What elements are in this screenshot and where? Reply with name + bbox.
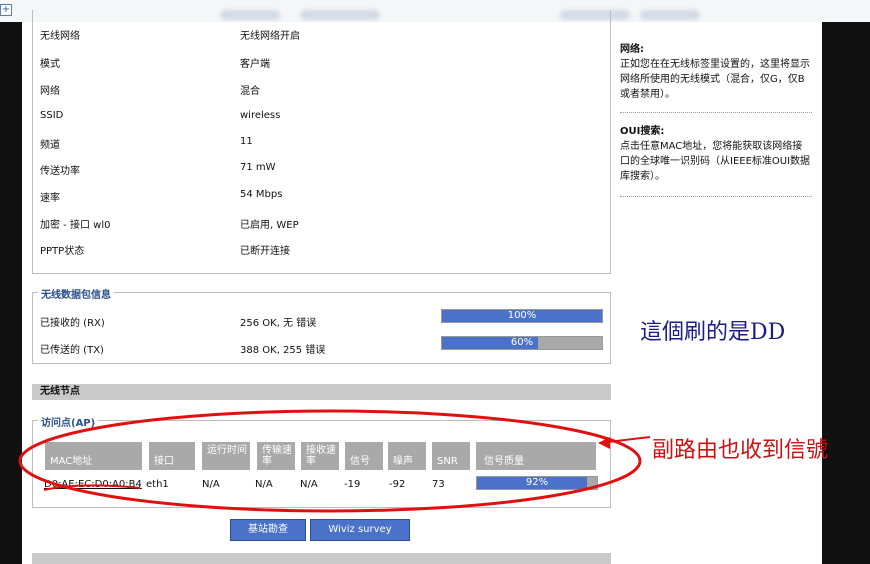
annotation-drawing — [18, 409, 651, 513]
annotation-ellipse — [18, 409, 642, 513]
